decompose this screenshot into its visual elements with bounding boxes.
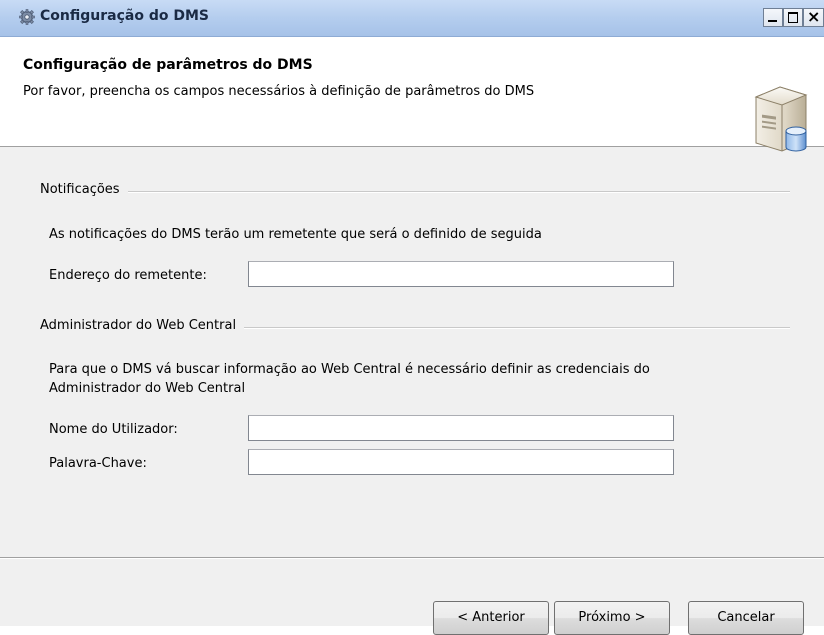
close-icon: ×	[807, 7, 821, 26]
notifications-section-label: Notificações	[40, 182, 128, 197]
username-label: Nome do Utilizador:	[49, 422, 178, 437]
minimize-button[interactable]	[763, 8, 783, 27]
title-bar[interactable]: Configuração do DMS ×	[0, 0, 824, 37]
wizard-header: Configuração de parâmetros do DMS Por fa…	[0, 37, 824, 152]
sender-address-field[interactable]	[248, 261, 674, 287]
gear-icon	[19, 9, 35, 25]
notifications-info: As notificações do DMS terão um remetent…	[49, 227, 542, 242]
username-field[interactable]	[248, 415, 674, 441]
dialog-window: Configuração do DMS × Configuração de pa…	[0, 0, 824, 635]
admin-section-label: Administrador do Web Central	[40, 318, 245, 333]
username-input[interactable]	[249, 416, 673, 440]
cancel-button[interactable]: Cancelar	[688, 601, 804, 635]
next-button[interactable]: Próximo >	[554, 601, 670, 635]
window-title: Configuração do DMS	[40, 8, 209, 24]
header-description: Por favor, preencha os campos necessário…	[23, 84, 535, 99]
admin-info-line2: Administrador do Web Central	[49, 381, 246, 396]
notifications-divider	[40, 191, 790, 193]
password-label: Palavra-Chave:	[49, 456, 147, 471]
sender-address-input[interactable]	[249, 262, 673, 286]
header-title: Configuração de parâmetros do DMS	[23, 57, 313, 73]
sender-label: Endereço do remetente:	[49, 268, 207, 283]
admin-info-line1: Para que o DMS vá buscar informação ao W…	[49, 362, 650, 377]
back-button[interactable]: < Anterior	[433, 601, 549, 635]
password-field[interactable]	[248, 449, 674, 475]
server-database-icon	[754, 86, 808, 152]
password-input[interactable]	[249, 450, 673, 474]
maximize-button[interactable]	[783, 8, 803, 27]
close-button[interactable]: ×	[803, 7, 824, 27]
footer-separator	[0, 557, 824, 559]
